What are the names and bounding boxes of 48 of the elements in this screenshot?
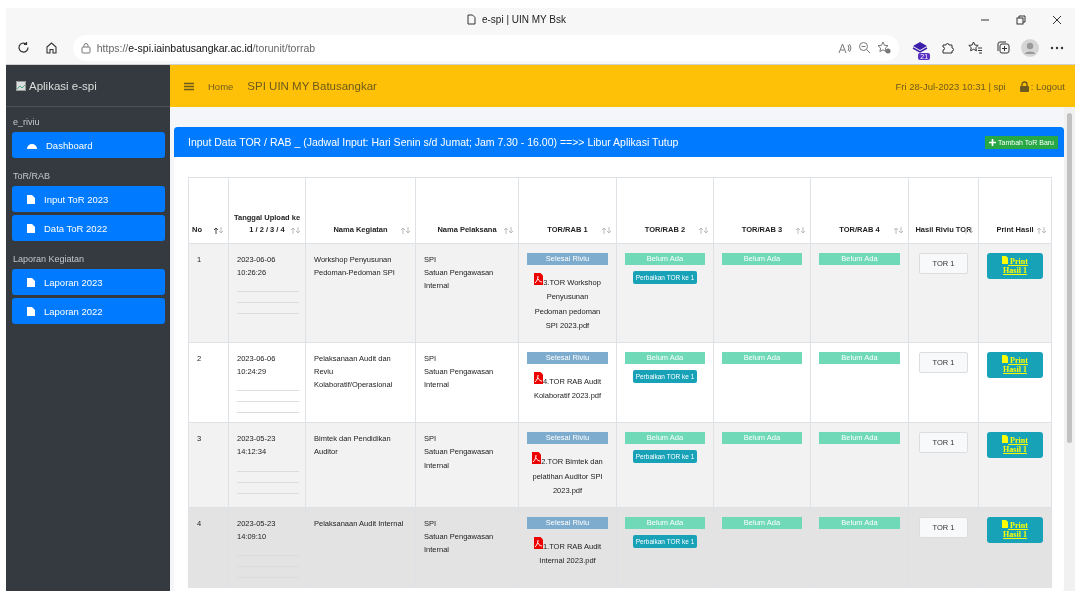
- document-icon: [26, 276, 36, 288]
- app-name: Aplikasi e-spi: [29, 79, 97, 92]
- sidebar-item[interactable]: Input ToR 2023: [12, 186, 165, 212]
- tab-title[interactable]: e-spi | UIN MY Bsk: [481, 14, 567, 25]
- document-icon: [26, 193, 36, 205]
- sidebar-item[interactable]: Dashboard: [12, 132, 165, 158]
- star-list-icon: [967, 41, 983, 54]
- file-icon: [1002, 355, 1009, 363]
- star-add-icon: [876, 41, 891, 54]
- pdf-icon: [534, 273, 544, 285]
- more-icon: [1050, 45, 1065, 50]
- puzzle-icon: [941, 41, 955, 54]
- pdf-icon: [533, 372, 543, 384]
- pdf-icon: [532, 452, 542, 465]
- broken-image-icon: [16, 80, 26, 91]
- section-header: e_riviu: [12, 116, 41, 129]
- lock-icon: [80, 41, 91, 54]
- date-time: Fri 28-Jul-2023 10:31 | spi: [895, 80, 1006, 92]
- document-icon: [26, 222, 36, 234]
- menu-icon: [184, 81, 194, 91]
- avatar-icon: [1020, 38, 1039, 57]
- sidebar-item[interactable]: Laporan 2022: [12, 298, 165, 324]
- section-header: ToR/RAB: [12, 170, 51, 183]
- site-title: SPI UIN MY Batusangkar: [247, 80, 377, 92]
- home-icon: [44, 41, 58, 54]
- page-icon: [466, 14, 476, 25]
- stack-icon: [912, 40, 929, 55]
- lock-icon: [1019, 80, 1029, 92]
- plus-icon: [989, 138, 997, 146]
- sidebar-item[interactable]: Data ToR 2022: [12, 215, 165, 241]
- pdf-icon: [533, 537, 543, 549]
- collections-icon: [995, 41, 1010, 54]
- sidebar-item[interactable]: Laporan 2023: [12, 269, 165, 295]
- section-header: Laporan Kegiatan: [12, 253, 86, 266]
- zoom-out-icon: [857, 41, 871, 54]
- close-icon: [1052, 14, 1062, 25]
- restore-icon: [1016, 14, 1026, 25]
- document-icon: [26, 305, 36, 317]
- read-aloud-icon: [837, 41, 852, 54]
- file-icon: [1002, 520, 1009, 528]
- scrollbar[interactable]: [1064, 107, 1075, 591]
- reload-icon: [17, 41, 31, 54]
- logout-link[interactable]: : Logout: [1019, 80, 1065, 92]
- file-icon: [1002, 256, 1009, 264]
- card-title: Input Data TOR / RAB _ (Jadwal Input: Hari Senin s/d Jumat; Jam 7.30 - 16.00) ==>> Libur Aplikasi Tutup: [188, 136, 679, 148]
- address-bar[interactable]: https://e-spi.iainbatusangkar.ac.id/torunit/torrab: [72, 34, 899, 61]
- home-link[interactable]: Home: [208, 80, 234, 92]
- file-icon: [1002, 435, 1009, 444]
